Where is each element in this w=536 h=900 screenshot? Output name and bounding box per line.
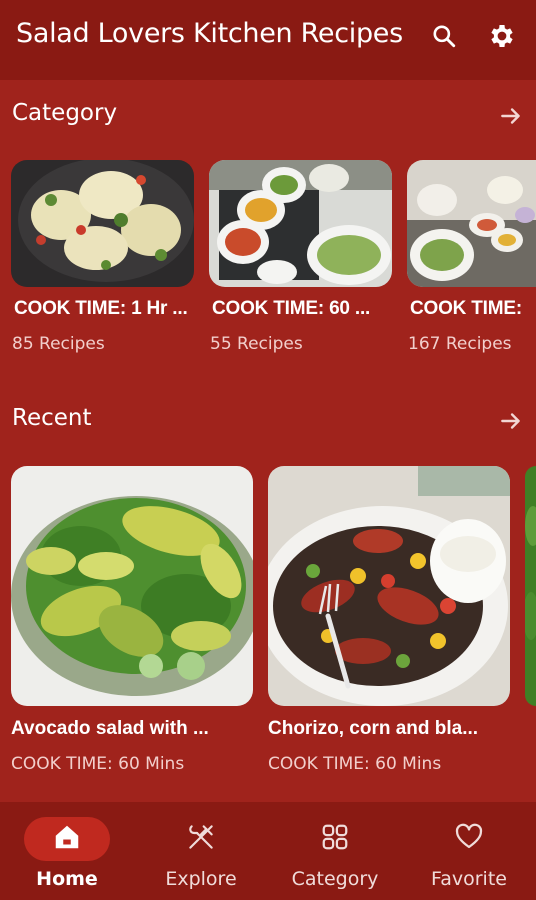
app-title: Salad Lovers Kitchen Recipes (16, 18, 403, 49)
recent-heading: Recent (12, 405, 92, 431)
search-button[interactable] (428, 20, 460, 52)
category-image (11, 160, 194, 287)
category-card[interactable]: COOK TIME: 60 ... 55 Recipes (209, 160, 392, 354)
category-heading: Category (12, 100, 118, 126)
utensils-icon (184, 820, 218, 854)
app-bar: Salad Lovers Kitchen Recipes (0, 0, 536, 80)
category-card[interactable]: COOK TIME: 167 Recipes (407, 160, 536, 354)
category-card-count: 85 Recipes (12, 334, 105, 354)
category-card[interactable]: COOK TIME: 1 Hr ... 85 Recipes (11, 160, 194, 354)
category-card-title: COOK TIME: 1 Hr ... (14, 298, 188, 319)
category-card-count: 167 Recipes (408, 334, 512, 354)
nav-label: Explore (165, 868, 237, 890)
category-card-title: COOK TIME: (410, 298, 522, 319)
recipe-card[interactable]: Avocado salad with ... COOK TIME: 60 Min… (11, 466, 253, 774)
category-image (407, 160, 536, 287)
grid-icon (318, 820, 352, 854)
category-image (209, 160, 392, 287)
nav-item-favorite[interactable]: Favorite (402, 802, 536, 900)
nav-label: Favorite (431, 868, 507, 890)
recipe-card-time: COOK TIME: 60 Mins (11, 754, 185, 774)
nav-item-category[interactable]: Category (268, 802, 402, 900)
recipe-card-title: Chorizo, corn and bla... (268, 718, 479, 739)
search-icon (433, 25, 456, 48)
nav-label: Category (291, 868, 379, 890)
bottom-navigation: Home Explore Category Favorite (0, 802, 536, 900)
nav-label: Home (36, 868, 98, 890)
heart-icon (452, 820, 486, 854)
nav-item-home[interactable]: Home (0, 802, 134, 900)
arrow-right-icon[interactable] (498, 408, 524, 434)
recipe-card-title: Avocado salad with ... (11, 718, 209, 739)
recipe-image (11, 466, 253, 706)
category-card-title: COOK TIME: 60 ... (212, 298, 371, 319)
arrow-right-icon[interactable] (498, 103, 524, 129)
nav-item-explore[interactable]: Explore (134, 802, 268, 900)
recipe-card[interactable]: M C (525, 466, 536, 706)
category-card-count: 55 Recipes (210, 334, 303, 354)
gear-icon (491, 25, 513, 47)
recipe-image (268, 466, 510, 706)
home-icon (50, 820, 84, 854)
recipe-card[interactable]: Chorizo, corn and bla... COOK TIME: 60 M… (268, 466, 510, 774)
settings-button[interactable] (486, 20, 518, 52)
recipe-card-time: COOK TIME: 60 Mins (268, 754, 442, 774)
recipe-image (525, 466, 536, 706)
